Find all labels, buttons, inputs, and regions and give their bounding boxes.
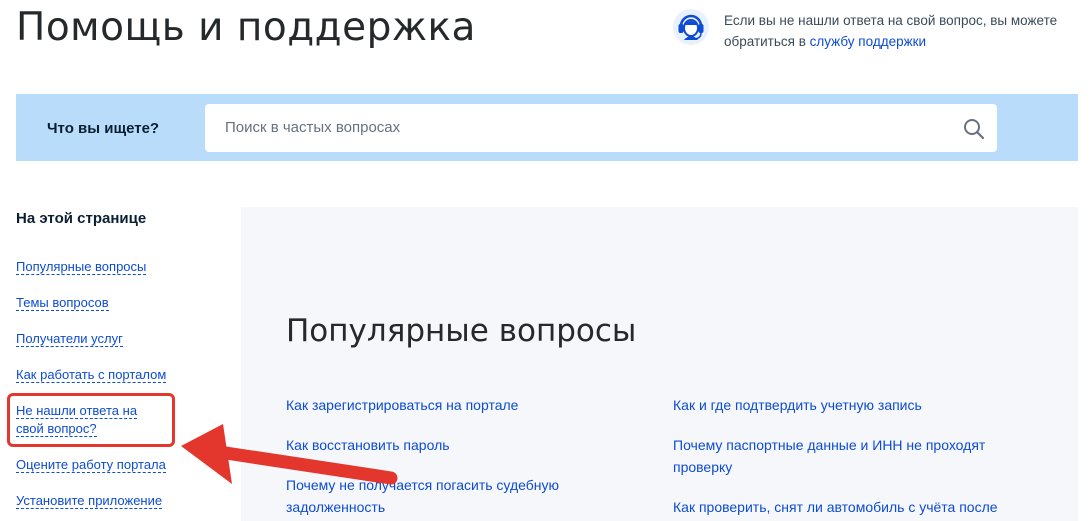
toc-link-popular[interactable]: Популярные вопросы bbox=[16, 259, 147, 275]
search-label: Что вы ищете? bbox=[47, 120, 160, 137]
page-title: Помощь и поддержка bbox=[16, 5, 476, 50]
question-link-restore-password[interactable]: Как восстановить пароль bbox=[286, 434, 586, 456]
search-icon[interactable] bbox=[963, 118, 985, 140]
support-service-link[interactable]: службу поддержки bbox=[810, 34, 926, 49]
toc-link-topics[interactable]: Темы вопросов bbox=[16, 295, 109, 311]
question-link-court-debt[interactable]: Почему не получается погасить судебную з… bbox=[286, 474, 566, 518]
search-box bbox=[205, 104, 997, 152]
annotation-highlight-box bbox=[7, 393, 175, 447]
popular-questions-section: Популярные вопросы Как зарегистрироватьс… bbox=[241, 207, 1078, 521]
question-link-passport-inn[interactable]: Почему паспортные данные и ИНН не проход… bbox=[673, 434, 993, 478]
search-band: Что вы ищете? bbox=[16, 94, 1078, 161]
question-link-vehicle-deregistered[interactable]: Как проверить, снят ли автомобиль с учёт… bbox=[673, 496, 1013, 518]
operator-headset-icon bbox=[673, 9, 709, 45]
toc-title: На этой странице bbox=[16, 210, 147, 227]
toc-link-rate-portal[interactable]: Оцените работу портала bbox=[16, 457, 166, 473]
section-title: Популярные вопросы bbox=[286, 313, 637, 349]
toc-link-recipients[interactable]: Получатели услуг bbox=[16, 331, 123, 347]
toc-link-how-to-use[interactable]: Как работать с порталом bbox=[16, 367, 167, 383]
support-text: Если вы не нашли ответа на свой вопрос, … bbox=[724, 10, 1092, 52]
question-link-register[interactable]: Как зарегистрироваться на портале bbox=[286, 394, 586, 416]
toc-link-install-app[interactable]: Установите приложение bbox=[16, 493, 163, 509]
support-block: Если вы не нашли ответа на свой вопрос, … bbox=[672, 8, 1092, 52]
question-link-confirm-account[interactable]: Как и где подтвердить учетную запись bbox=[673, 394, 1013, 416]
search-input[interactable] bbox=[223, 118, 927, 137]
